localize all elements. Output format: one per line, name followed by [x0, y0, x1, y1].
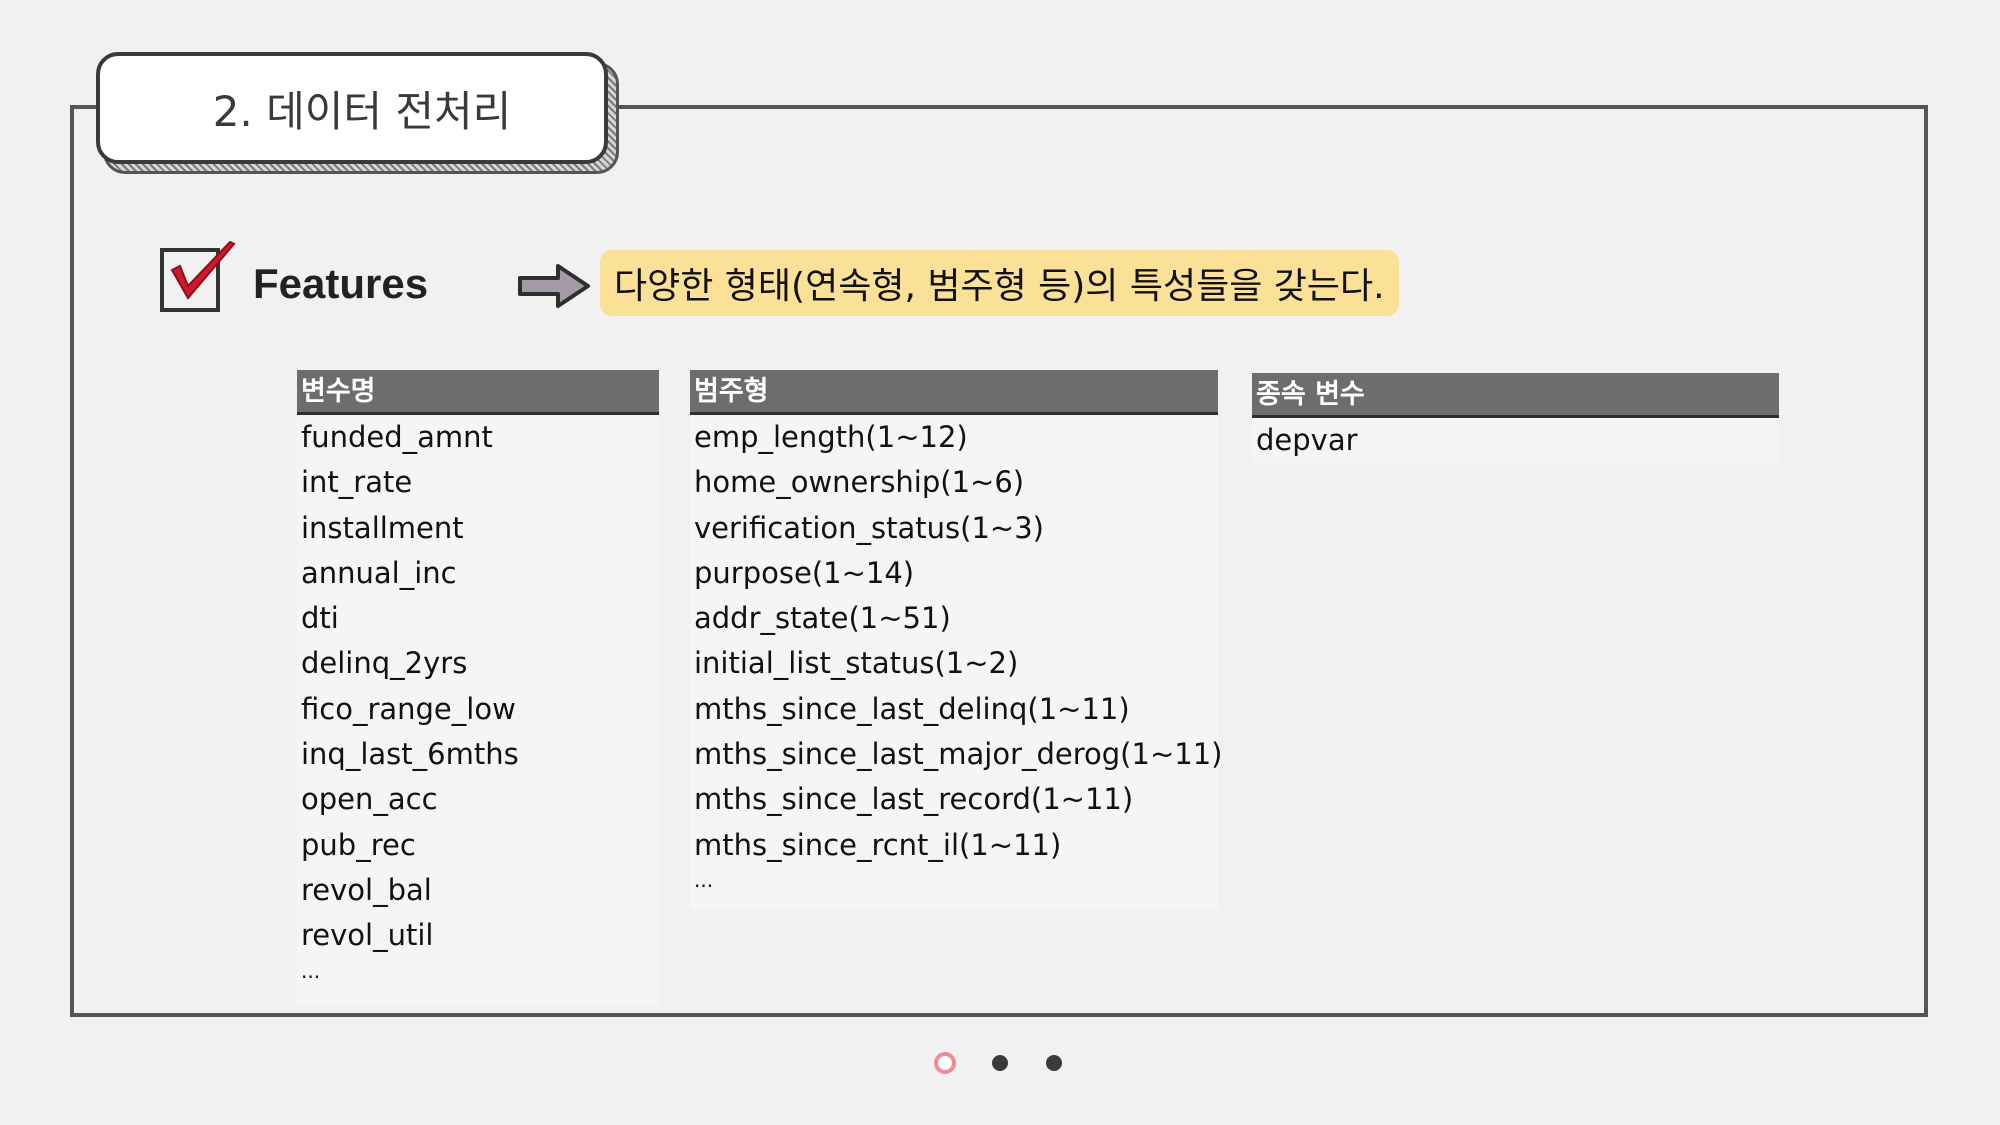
table-row: dti	[301, 601, 339, 636]
table-row: funded_amnt	[301, 420, 493, 454]
table-row: emp_length(1~12)	[694, 420, 968, 454]
numeric-variables-table: 변수명 funded_amnt int_rate installment ann…	[297, 370, 659, 1006]
table-header: 범주형	[690, 370, 1218, 415]
table-row: mths_since_last_major_derog(1~11)	[694, 737, 1223, 772]
table-row: int_rate	[301, 465, 413, 500]
pagination-dot[interactable]	[1046, 1055, 1062, 1071]
table-row: purpose(1~14)	[694, 555, 915, 590]
categorical-variables-table: 범주형 emp_length(1~12) home_ownership(1~6)…	[690, 370, 1223, 910]
pagination-dot-active[interactable]	[934, 1052, 956, 1074]
table-row: depvar	[1256, 423, 1358, 457]
table-row: mths_since_rcnt_il(1~11)	[694, 827, 1062, 862]
table-row: mths_since_last_record(1~11)	[694, 782, 1134, 817]
table-row: mths_since_last_delinq(1~11)	[694, 691, 1130, 726]
table-row: fico_range_low	[301, 691, 516, 726]
slide-title-text: 2. 데이터 전처리	[212, 86, 512, 136]
checkbox-checked-icon	[160, 240, 236, 312]
table-row: annual_inc	[301, 555, 457, 590]
description-highlight: 다양한 형태(연속형, 범주형 등)의 특성들을 갖는다.	[600, 250, 1399, 316]
table-row: inq_last_6mths	[301, 737, 519, 772]
table-row: pub_rec	[301, 827, 416, 862]
table-header: 변수명	[297, 370, 659, 415]
features-label: Features	[253, 260, 429, 307]
table-row: initial_list_status(1~2)	[694, 646, 1019, 681]
table-row: home_ownership(1~6)	[694, 465, 1025, 500]
more-ellipsis: ...	[301, 958, 321, 983]
pagination-dot[interactable]	[992, 1055, 1008, 1071]
dependent-variable-table: 종속 변수 depvar	[1252, 373, 1779, 463]
table-row: installment	[301, 510, 464, 545]
table-row: revol_util	[301, 918, 434, 953]
table-row: delinq_2yrs	[301, 646, 468, 681]
slide-title: 2. 데이터 전처리	[96, 52, 608, 164]
description-text: 다양한 형태(연속형, 범주형 등)의 특성들을 갖는다.	[614, 266, 1385, 307]
table-header: 종속 변수	[1252, 373, 1779, 418]
table-row: verification_status(1~3)	[694, 510, 1044, 545]
right-arrow-icon	[518, 264, 590, 308]
table-row: addr_state(1~51)	[694, 601, 951, 636]
table-row: revol_bal	[301, 872, 432, 907]
more-ellipsis: ...	[694, 867, 714, 892]
table-row: open_acc	[301, 782, 438, 817]
